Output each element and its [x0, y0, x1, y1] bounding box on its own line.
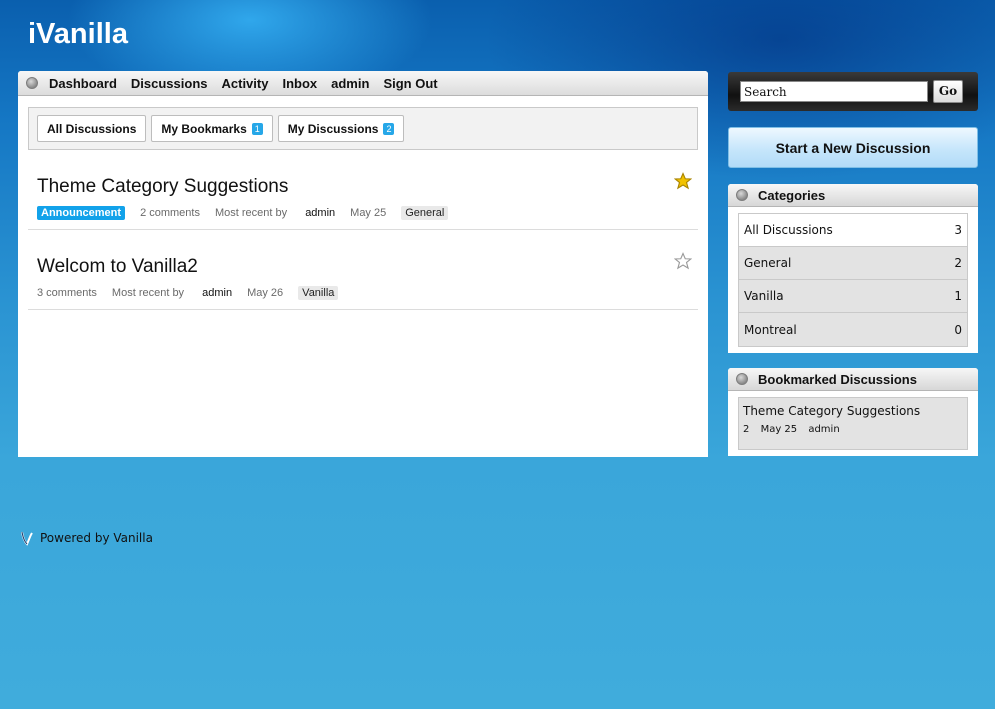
menu-dashboard[interactable]: Dashboard: [49, 76, 117, 91]
comment-count: 2 comments: [140, 207, 200, 219]
menu-bullet-icon: [26, 77, 38, 89]
bookmark-star-icon[interactable]: [674, 252, 692, 270]
bookmarked-date: May 25: [760, 424, 798, 435]
bookmarked-header: Bookmarked Discussions: [728, 368, 978, 391]
discussion-title-link[interactable]: Theme Category Suggestions: [37, 176, 288, 198]
bookmarked-item[interactable]: Theme Category Suggestions 2 May 25 admi…: [738, 397, 968, 450]
footer: Powered by Vanilla: [20, 530, 153, 546]
category-name: Montreal: [744, 322, 797, 337]
bookmarks-count-badge: 1: [251, 122, 263, 135]
search-input[interactable]: [740, 81, 928, 102]
start-new-discussion-button[interactable]: Start a New Discussion: [728, 127, 978, 168]
author-link[interactable]: admin: [305, 207, 335, 219]
box-bullet-icon: [736, 189, 748, 201]
discussion-item: Welcom to Vanilla2 3 comments Most recen…: [28, 230, 698, 310]
discussion-date: May 25: [350, 207, 387, 219]
bookmark-star-icon[interactable]: [674, 172, 692, 190]
tab-my-discussions[interactable]: My Discussions 2: [277, 115, 405, 142]
tab-all-discussions[interactable]: All Discussions: [37, 115, 147, 142]
discussion-date: May 26: [247, 287, 284, 299]
category-count: 3: [954, 223, 962, 237]
menu-activity[interactable]: Activity: [222, 76, 269, 91]
search-box: Go: [728, 72, 978, 111]
tab-my-bookmarks[interactable]: My Bookmarks 1: [151, 115, 273, 142]
most-recent-label: Most recent by: [111, 287, 185, 299]
powered-by-vanilla-link[interactable]: Powered by Vanilla: [40, 531, 153, 545]
bookmarked-author: admin: [808, 424, 840, 435]
menu-discussions[interactable]: Discussions: [131, 76, 208, 91]
categories-heading: Categories: [758, 187, 826, 203]
category-name: Vanilla: [744, 289, 784, 303]
bookmarked-heading: Bookmarked Discussions: [758, 371, 917, 387]
site-title[interactable]: iVanilla: [28, 18, 128, 51]
category-count: 0: [954, 322, 962, 337]
most-recent-label: Most recent by: [214, 207, 288, 219]
menu-user-admin[interactable]: admin: [331, 76, 369, 91]
category-item-montreal[interactable]: Montreal 0: [739, 313, 967, 346]
discussions-count-badge: 2: [383, 122, 395, 135]
category-tag[interactable]: Vanilla: [298, 286, 339, 300]
discussion-item: Theme Category Suggestions Announcement …: [28, 150, 698, 230]
box-bullet-icon: [736, 373, 748, 385]
bookmarked-discussions-box: Bookmarked Discussions Theme Category Su…: [728, 368, 978, 456]
category-count: 1: [954, 289, 962, 303]
top-menu: Dashboard Discussions Activity Inbox adm…: [18, 71, 708, 96]
category-name: General: [744, 256, 792, 270]
comment-count: 3 comments: [37, 287, 97, 299]
discussion-tabs: All Discussions My Bookmarks 1 My Discus…: [28, 107, 698, 150]
discussion-title-link[interactable]: Welcom to Vanilla2: [37, 256, 198, 278]
discussion-meta: Announcement 2 comments Most recent by a…: [37, 206, 449, 220]
menu-sign-out[interactable]: Sign Out: [383, 76, 437, 91]
main-panel: Dashboard Discussions Activity Inbox adm…: [18, 71, 708, 457]
vanilla-logo-icon: [21, 531, 33, 546]
bookmarked-title-link[interactable]: Theme Category Suggestions: [743, 404, 963, 418]
tab-label: My Discussions: [287, 121, 379, 136]
category-tag[interactable]: General: [401, 206, 449, 220]
category-list: All Discussions 3 General 2 Vanilla 1 Mo…: [738, 213, 968, 347]
category-name: All Discussions: [744, 223, 833, 237]
search-go-button[interactable]: Go: [933, 80, 963, 103]
author-link[interactable]: admin: [202, 287, 232, 299]
discussion-meta: 3 comments Most recent by admin May 26 V…: [37, 286, 339, 300]
last-comment: Most recent by admin: [215, 207, 335, 219]
tab-label: My Bookmarks: [161, 121, 247, 136]
announcement-badge: Announcement: [37, 206, 126, 220]
category-item-vanilla[interactable]: Vanilla 1: [739, 280, 967, 313]
last-comment: Most recent by admin: [112, 287, 232, 299]
category-item-general[interactable]: General 2: [739, 247, 967, 280]
categories-box: Categories All Discussions 3 General 2 V…: [728, 184, 978, 353]
bookmarked-count: 2: [743, 424, 750, 435]
tab-label: All Discussions: [47, 121, 137, 136]
category-item-all-discussions[interactable]: All Discussions 3: [739, 214, 967, 247]
menu-inbox[interactable]: Inbox: [282, 76, 317, 91]
categories-header: Categories: [728, 184, 978, 207]
category-count: 2: [954, 256, 962, 270]
bookmarked-meta: 2 May 25 admin: [743, 424, 963, 435]
